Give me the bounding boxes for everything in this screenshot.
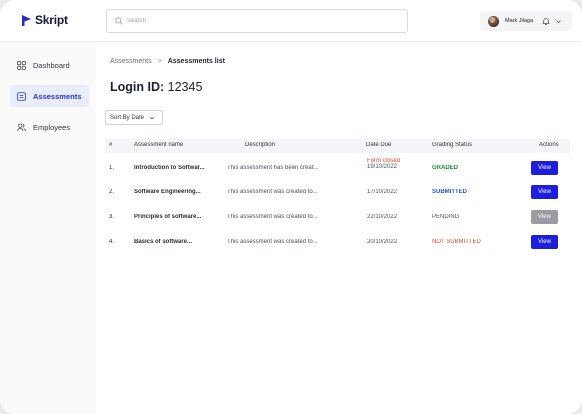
login-value: 12345: [167, 80, 203, 94]
main-content: Assessments > Assessments list Login ID:…: [96, 42, 582, 414]
breadcrumb-parent[interactable]: Assessments: [110, 58, 152, 65]
row-assessment-name[interactable]: Principles of software...: [134, 214, 216, 220]
logo[interactable]: Skript: [22, 13, 68, 27]
sidebar-item-dashboard[interactable]: Dashboard: [10, 54, 89, 76]
view-button[interactable]: View: [531, 161, 558, 175]
col-header-num: #: [109, 142, 113, 148]
app-window: Skript Mark Jilaga: [0, 0, 582, 414]
row-description: This assessment was created to...: [227, 214, 318, 220]
row-num: 1.: [109, 165, 115, 171]
view-button[interactable]: View: [531, 235, 558, 249]
sidebar-item-label: Dashboard: [33, 60, 70, 70]
sidebar-item-assessments[interactable]: Assessments: [10, 85, 89, 107]
row-date: 17/10/2022: [367, 189, 398, 195]
row-num: 4.: [109, 239, 115, 245]
row-description: This assessment has been creat...: [227, 165, 319, 171]
row-date: 19/10/2022: [367, 164, 398, 170]
top-header: Skript Mark Jilaga: [0, 0, 582, 42]
sort-dropdown[interactable]: Sort By Date: [105, 110, 163, 125]
col-header-description: Description: [245, 142, 276, 148]
status-badge: SUBMITTED: [432, 189, 467, 195]
sidebar: Dashboard Assessments Employees: [0, 42, 96, 414]
login-label: Login ID:: [110, 80, 165, 94]
status-badge: NOT SUBMITTED: [432, 239, 481, 245]
view-button[interactable]: View: [531, 185, 558, 199]
breadcrumb: Assessments > Assessments list: [110, 58, 225, 65]
row-date-due: Form closed 19/10/2022: [367, 158, 400, 170]
sidebar-item-employees[interactable]: Employees: [10, 116, 89, 138]
row-date: 22/10/2022: [367, 214, 398, 220]
sort-label: Sort By Date: [110, 114, 145, 121]
row-assessment-name[interactable]: Software Engineering...: [134, 189, 216, 195]
col-header-name[interactable]: Assessment name: [134, 142, 183, 148]
row-assessment-name[interactable]: Introduction to Softwar...: [134, 165, 216, 171]
col-header-date[interactable]: Date Due: [366, 142, 391, 148]
row-num: 3.: [109, 214, 115, 220]
breadcrumb-current: Assessments list: [167, 58, 225, 65]
row-assessment-name[interactable]: Basics of software...: [134, 239, 216, 245]
user-name: Mark Jilaga: [505, 18, 534, 24]
row-description: This assessment was created to...: [227, 239, 318, 245]
status-badge: GRADED: [432, 165, 459, 171]
chevron-down-icon[interactable]: [555, 18, 562, 25]
logo-text: Skript: [35, 13, 68, 27]
status-badge: PENDING: [432, 214, 460, 220]
row-date: 20/10/2022: [367, 239, 398, 245]
table-header: # Assessment name Description Date Due G…: [105, 139, 570, 153]
sidebar-item-label: Assessments: [33, 91, 82, 101]
sidebar-item-label: Employees: [33, 122, 71, 132]
chevron-down-icon: [150, 116, 155, 119]
table-row: 3. Principles of software... This assess…: [105, 205, 570, 229]
user-menu[interactable]: Mark Jilaga: [480, 11, 572, 31]
page-title: Login ID: 12345: [110, 80, 202, 94]
view-button[interactable]: View: [531, 210, 558, 224]
avatar: [488, 15, 499, 27]
table-row: 2. Software Engineering... This assessme…: [105, 181, 570, 205]
col-header-actions: Actions: [539, 142, 559, 148]
col-header-status[interactable]: Grading Status: [432, 142, 472, 148]
search-icon: [115, 17, 123, 25]
users-icon: [17, 123, 26, 131]
row-description: This assessment was created to...: [227, 189, 318, 195]
table-row: 4. Basics of software... This assessment…: [105, 230, 570, 254]
search-input[interactable]: [127, 18, 397, 24]
assessment-icon: [17, 91, 26, 101]
row-num: 2.: [109, 189, 115, 195]
logo-flag-icon: [22, 14, 31, 26]
breadcrumb-separator: >: [157, 58, 162, 65]
bell-icon[interactable]: [542, 17, 550, 25]
search-box[interactable]: [106, 9, 408, 33]
table-row: 1. Introduction to Softwar... This asses…: [105, 156, 570, 180]
grid-icon: [17, 60, 26, 70]
